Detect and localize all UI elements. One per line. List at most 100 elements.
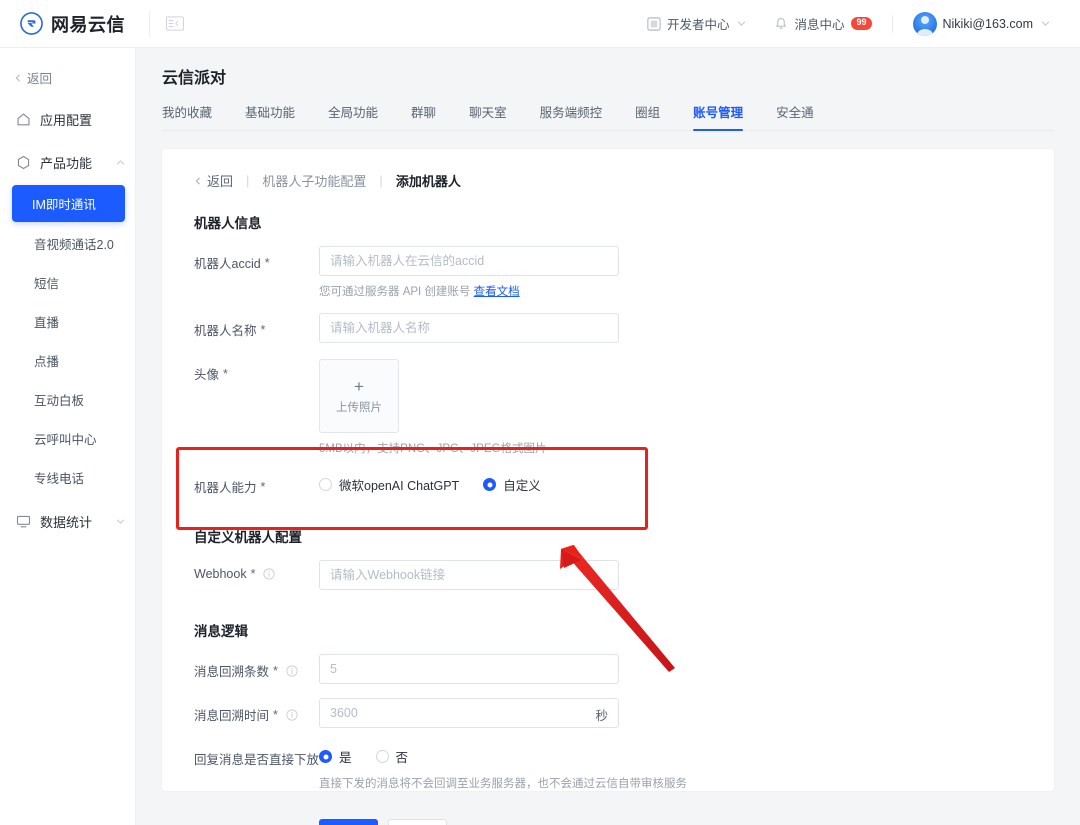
field-label-trace-time: 消息回溯时间 * [194, 698, 319, 724]
trace-count-input[interactable] [319, 654, 619, 684]
user-email-label: Nikiki@163.com [943, 17, 1034, 31]
save-button[interactable]: 保存 [319, 819, 378, 825]
tab-group-chat[interactable]: 群聊 [411, 102, 452, 130]
accid-hint: 您可通过服务器 API 创建账号 查看文档 [319, 283, 1054, 299]
radio-label: 自定义 [503, 475, 541, 494]
field-row-accid: 机器人accid * 您可通过服务器 API 创建账号 查看文档 [162, 246, 1054, 299]
webhook-input[interactable] [319, 560, 619, 590]
collapse-menu-icon[interactable] [164, 15, 186, 33]
chevron-left-icon [194, 177, 202, 185]
sidebar-item-im[interactable]: IM即时通讯 [12, 185, 125, 222]
trace-time-input[interactable] [319, 698, 619, 728]
main-content: 云信派对 我的收藏 基础功能 全局功能 群聊 聊天室 服务端频控 圈组 账号管理… [136, 48, 1080, 825]
breadcrumb-separator: | [379, 173, 382, 188]
chevron-up-icon[interactable] [116, 158, 125, 167]
radio-ability-chatgpt[interactable]: 微软openAI ChatGPT [319, 475, 459, 494]
brand-logo-group[interactable]: 网易云信 [20, 11, 125, 37]
field-label-direct-send: 回复消息是否直接下放 [194, 742, 319, 768]
field-label-accid: 机器人accid * [194, 246, 319, 272]
sidebar-item-app-config[interactable]: 应用配置 [0, 101, 135, 138]
message-count-badge: 99 [851, 17, 871, 30]
radio-dot [319, 478, 332, 491]
tab-label: 全局功能 [328, 106, 378, 120]
view-docs-link[interactable]: 查看文档 [474, 286, 520, 298]
sidebar-item-vod[interactable]: 点播 [0, 341, 135, 380]
sidebar-item-whiteboard-label: 互动白板 [34, 394, 84, 408]
form-actions: 保存 取消 [162, 819, 1054, 825]
tab-label: 聊天室 [469, 106, 507, 120]
accid-input[interactable] [319, 246, 619, 276]
sidebar-item-product-features[interactable]: 产品功能 [0, 144, 135, 181]
app-root: 网易云信 开发者中心 [0, 0, 1080, 825]
sidebar-item-product-features-label: 产品功能 [40, 153, 92, 172]
breadcrumb-back-button[interactable]: 返回 [194, 171, 233, 190]
field-label-text: 机器人名称 [194, 320, 257, 339]
field-row-avatar: 头像 * + 上传照片 5MB以内，支持PNG、JPG、JPEG格式图片 [162, 357, 1054, 456]
required-marker: * [261, 480, 266, 494]
radio-direct-send-yes[interactable]: 是 [319, 747, 352, 766]
field-control-trace-count [319, 654, 1054, 684]
tab-label: 群聊 [411, 106, 436, 120]
sidebar-item-live-label: 直播 [34, 316, 59, 330]
sidebar-item-call-center[interactable]: 云呼叫中心 [0, 419, 135, 458]
sidebar-group-statistics: 数据统计 [0, 503, 135, 540]
sidebar-item-whiteboard[interactable]: 互动白板 [0, 380, 135, 419]
ability-radio-group: 微软openAI ChatGPT 自定义 [319, 470, 1054, 494]
field-control-trace-time: 秒 [319, 698, 1054, 728]
tab-label: 基础功能 [245, 106, 295, 120]
sidebar-item-statistics[interactable]: 数据统计 [0, 503, 135, 540]
tab-global-features[interactable]: 全局功能 [328, 102, 394, 130]
brand-name: 网易云信 [51, 11, 125, 37]
avatar-upload-button[interactable]: + 上传照片 [319, 359, 399, 433]
tab-basic-features[interactable]: 基础功能 [245, 102, 311, 130]
chevron-down-icon [1041, 19, 1050, 28]
tab-account-management[interactable]: 账号管理 [693, 102, 759, 130]
required-marker: * [273, 664, 278, 678]
radio-ability-custom[interactable]: 自定义 [483, 475, 541, 494]
tab-label: 我的收藏 [162, 106, 212, 120]
field-control-direct-send: 是 否 直接下发的消息将不会回调至业务服务器，也不会通过云信自带审核服务 [319, 742, 1054, 791]
breadcrumb-parent[interactable]: 机器人子功能配置 [262, 171, 366, 190]
breadcrumb-separator: | [246, 173, 249, 188]
field-label-text: 消息回溯条数 [194, 661, 269, 680]
grid-icon [647, 17, 661, 31]
field-label-webhook: Webhook * [194, 560, 319, 581]
field-control-avatar: + 上传照片 5MB以内，支持PNG、JPG、JPEG格式图片 [319, 357, 1054, 456]
message-center-menu[interactable]: 消息中心 99 [760, 0, 885, 48]
field-control-accid: 您可通过服务器 API 创建账号 查看文档 [319, 246, 1054, 299]
sidebar-item-sms[interactable]: 短信 [0, 263, 135, 302]
avatar [913, 12, 937, 36]
tab-chatroom[interactable]: 聊天室 [469, 102, 523, 130]
field-label-text: 头像 [194, 364, 219, 383]
section-custom-robot-config: 自定义机器人配置 Webhook * [162, 526, 1054, 590]
user-account-menu[interactable]: Nikiki@163.com [899, 0, 1065, 48]
sidebar-item-app-config-label: 应用配置 [40, 110, 92, 129]
tab-server-throttling[interactable]: 服务端频控 [540, 102, 619, 130]
sidebar-item-statistics-label: 数据统计 [40, 512, 92, 531]
sidebar-back-button[interactable]: 返回 [0, 60, 135, 95]
cancel-button[interactable]: 取消 [388, 819, 447, 825]
sidebar-item-live[interactable]: 直播 [0, 302, 135, 341]
tab-label: 服务端频控 [540, 106, 603, 120]
tab-circle-group[interactable]: 圈组 [635, 102, 676, 130]
sidebar-item-rtc[interactable]: 音视频通话2.0 [0, 224, 135, 263]
radio-direct-send-no[interactable]: 否 [376, 747, 409, 766]
field-row-webhook: Webhook * [162, 560, 1054, 590]
field-label-ability: 机器人能力 * [194, 470, 319, 496]
sidebar-item-dedicated-line[interactable]: 专线电话 [0, 458, 135, 497]
section-title-message-logic: 消息逻辑 [162, 620, 1054, 640]
info-circle-icon[interactable] [263, 568, 275, 580]
radio-label: 否 [396, 747, 409, 766]
breadcrumb: 返回 | 机器人子功能配置 | 添加机器人 [162, 171, 1054, 190]
chevron-down-icon[interactable] [116, 517, 125, 526]
tab-label: 安全通 [776, 106, 814, 120]
tab-security[interactable]: 安全通 [776, 102, 830, 130]
info-circle-icon[interactable] [286, 709, 298, 721]
sidebar-item-im-label: IM即时通讯 [32, 198, 96, 212]
developer-center-menu[interactable]: 开发者中心 [633, 0, 761, 48]
tab-my-favorites[interactable]: 我的收藏 [162, 102, 228, 130]
field-row-ability: 机器人能力 * 微软openAI ChatGPT 自定义 [162, 470, 1054, 496]
info-circle-icon[interactable] [286, 665, 298, 677]
plus-icon: + [354, 378, 364, 395]
robot-name-input[interactable] [319, 313, 619, 343]
